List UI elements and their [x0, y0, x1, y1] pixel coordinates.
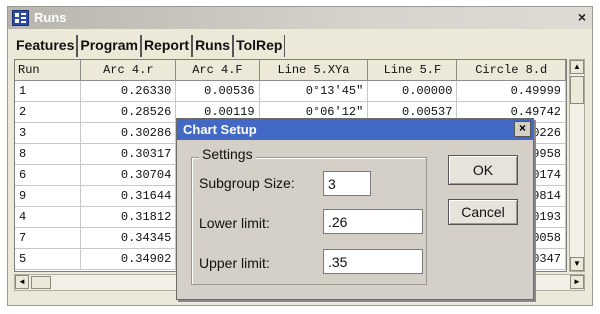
subgroup-size-label: Subgroup Size: [199, 175, 295, 191]
table-cell[interactable]: 4 [15, 206, 82, 228]
header-row: Run Arc 4.r Arc 4.F Line 5.XYa Line 5.F … [15, 60, 566, 81]
table-cell[interactable]: 0.28526 [80, 101, 177, 123]
table-cell[interactable]: 9 [15, 185, 82, 207]
settings-group-label: Settings [199, 146, 256, 162]
lower-limit-input[interactable] [323, 209, 423, 234]
window-title: Runs [34, 10, 67, 25]
column-header-line5f[interactable]: Line 5.F [367, 60, 458, 81]
table-cell[interactable]: 7 [15, 227, 82, 249]
window-titlebar[interactable]: Runs × [8, 7, 592, 29]
table-cell[interactable]: 5 [15, 248, 82, 270]
tab-report[interactable]: Report [142, 35, 194, 57]
tab-strip: Features Program Report Runs TolRep [14, 35, 286, 57]
dialog-titlebar[interactable]: Chart Setup × [177, 119, 533, 140]
upper-limit-label: Upper limit: [199, 255, 270, 271]
table-cell[interactable]: 1 [15, 80, 82, 102]
column-header-arc4r[interactable]: Arc 4.r [80, 60, 177, 81]
vertical-scrollbar[interactable]: ▲ ▼ [569, 59, 585, 272]
table-cell[interactable]: 0.34345 [80, 227, 177, 249]
column-header-arc4f[interactable]: Arc 4.F [175, 60, 260, 81]
scroll-up-icon[interactable]: ▲ [570, 60, 584, 74]
table-row[interactable]: 1 0.26330 0.00536 0°13'45" 0.00000 0.499… [15, 80, 566, 102]
table-cell[interactable]: 0.26330 [80, 80, 177, 102]
table-cell[interactable]: 0.34902 [80, 248, 177, 270]
chart-setup-dialog: Chart Setup × Settings Subgroup Size: Lo… [176, 118, 534, 300]
tab-program[interactable]: Program [78, 35, 142, 57]
table-cell[interactable]: 0.30286 [80, 122, 177, 144]
table-cell[interactable]: 0.00000 [367, 80, 458, 102]
dialog-close-icon[interactable]: × [514, 121, 531, 137]
table-cell[interactable]: 0.31812 [80, 206, 177, 228]
scroll-down-icon[interactable]: ▼ [570, 257, 584, 271]
table-cell[interactable]: 6 [15, 164, 82, 186]
cancel-button[interactable]: Cancel [448, 199, 518, 225]
table-cell[interactable]: 0.30704 [80, 164, 177, 186]
grid-app-icon [12, 10, 29, 26]
dialog-title: Chart Setup [183, 122, 257, 137]
vertical-scroll-thumb[interactable] [570, 76, 584, 104]
column-header-line5xya[interactable]: Line 5.XYa [259, 60, 369, 81]
table-cell[interactable]: 0.00536 [175, 80, 260, 102]
table-cell[interactable]: 0.49999 [456, 80, 566, 102]
lower-limit-label: Lower limit: [199, 215, 270, 231]
scroll-left-icon[interactable]: ◄ [15, 275, 29, 289]
table-cell[interactable]: 0.31644 [80, 185, 177, 207]
window-close-icon[interactable]: × [578, 9, 586, 25]
scroll-right-icon[interactable]: ► [570, 275, 584, 289]
column-header-run[interactable]: Run [15, 60, 82, 81]
horizontal-scroll-thumb[interactable] [31, 276, 51, 289]
tab-features[interactable]: Features [14, 35, 79, 57]
table-cell[interactable]: 8 [15, 143, 82, 165]
upper-limit-input[interactable] [323, 249, 423, 274]
tab-tolrep[interactable]: TolRep [234, 35, 286, 57]
column-header-circle8d[interactable]: Circle 8.d [456, 60, 566, 81]
table-cell[interactable]: 0°13'45" [259, 80, 369, 102]
subgroup-size-input[interactable] [323, 171, 371, 196]
table-cell[interactable]: 3 [15, 122, 82, 144]
table-cell[interactable]: 2 [15, 101, 82, 123]
ok-button[interactable]: OK [448, 155, 518, 185]
tab-runs[interactable]: Runs [193, 35, 235, 57]
table-cell[interactable]: 0.30317 [80, 143, 177, 165]
